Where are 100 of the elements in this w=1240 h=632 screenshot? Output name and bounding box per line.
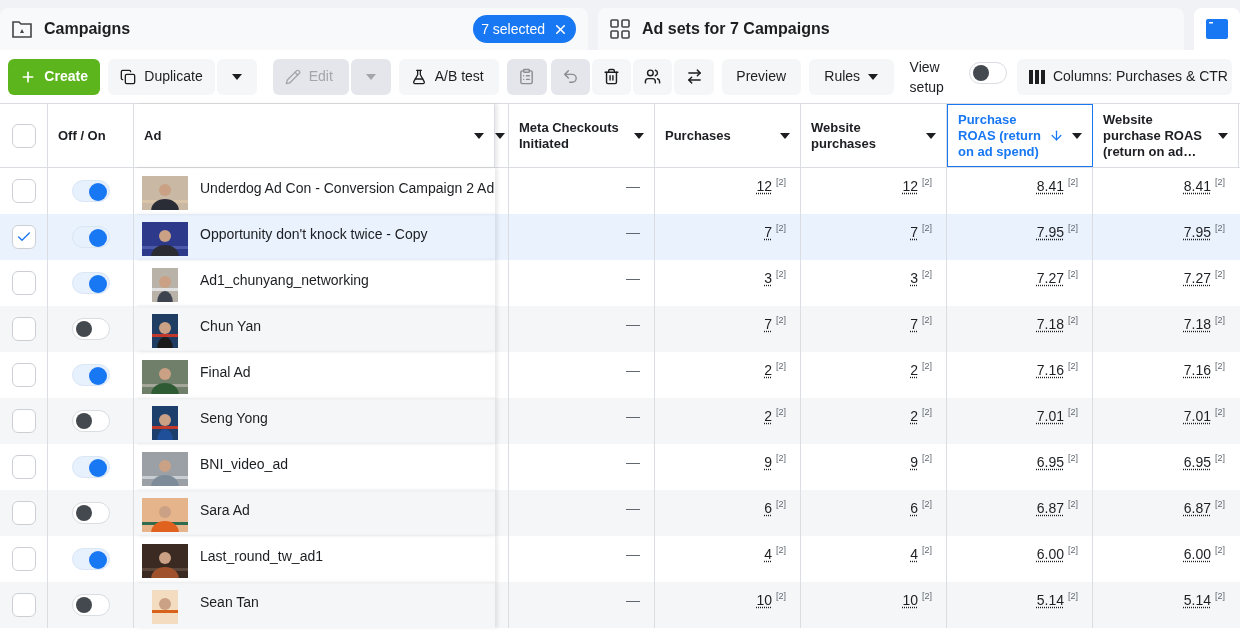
- metric-value[interactable]: 9: [764, 452, 772, 473]
- metric-value[interactable]: 6.87: [1183, 498, 1211, 519]
- ab-test-button[interactable]: A/B test: [398, 58, 500, 95]
- metric-value[interactable]: 7.01: [1183, 406, 1211, 427]
- metric-value[interactable]: 3: [764, 268, 772, 289]
- metric-value[interactable]: 7.95: [1183, 222, 1211, 243]
- metric-value[interactable]: 6.00: [1036, 544, 1064, 565]
- ad-name[interactable]: Underdog Ad Con - Conversion Campaign 2 Ad: [200, 178, 495, 199]
- footnote-mark: [2]: [776, 176, 786, 189]
- table-row[interactable]: Chun Yan — 7 [2] 7 [2] 7.18 [2] 7.18 [2]: [0, 306, 1240, 352]
- ad-name[interactable]: Opportunity don't knock twice - Copy: [200, 224, 428, 245]
- metric-value[interactable]: 7.01: [1036, 406, 1064, 427]
- ad-name[interactable]: Ad1_chunyang_networking: [200, 270, 369, 291]
- metric-value[interactable]: 5.14: [1183, 590, 1211, 611]
- checkbox[interactable]: [11, 363, 36, 387]
- level-tab[interactable]: Campaigns 7 selected: [0, 8, 588, 50]
- selection-badge[interactable]: 7 selected: [473, 15, 576, 43]
- checkbox[interactable]: [11, 225, 36, 249]
- column-header[interactable]: Purchase ROAS (return on ad spend): [958, 111, 1045, 160]
- rules-button[interactable]: Rules: [808, 58, 894, 95]
- column-header[interactable]: Off / On: [58, 127, 123, 144]
- toggle-switch[interactable]: [71, 180, 110, 202]
- metric-value[interactable]: 12: [902, 176, 918, 197]
- metric-value[interactable]: 3: [910, 268, 918, 289]
- duplicate-menu-button[interactable]: [216, 58, 257, 95]
- checkbox[interactable]: [11, 593, 36, 617]
- column-header[interactable]: Meta Checkouts Initiated: [519, 119, 630, 152]
- delete-button[interactable]: [591, 58, 632, 95]
- metric-value[interactable]: 7.27: [1183, 268, 1211, 289]
- toggle-switch[interactable]: [71, 226, 110, 248]
- toggle-switch[interactable]: [71, 594, 110, 616]
- duplicate-button[interactable]: Duplicate: [108, 58, 215, 95]
- metric-value[interactable]: 10: [756, 590, 772, 611]
- metric-value[interactable]: 8.41: [1183, 176, 1211, 197]
- ad-name[interactable]: Sean Tan: [200, 592, 259, 613]
- metric-value[interactable]: 7: [910, 314, 918, 335]
- grid-icon: [610, 19, 630, 39]
- selection-count: 7 selected: [481, 19, 545, 39]
- metric-value[interactable]: 6: [764, 498, 772, 519]
- column-header[interactable]: Purchases: [665, 127, 776, 144]
- metric-value[interactable]: 9: [910, 452, 918, 473]
- metric-value[interactable]: 6.95: [1036, 452, 1064, 473]
- table-row[interactable]: Sean Tan — 10 [2] 10 [2] 5.14 [2] 5.14 [2]: [0, 582, 1240, 628]
- metric-value[interactable]: 12: [756, 176, 772, 197]
- checkbox[interactable]: [11, 455, 36, 479]
- metric-value[interactable]: 6.87: [1036, 498, 1064, 519]
- checkbox[interactable]: [11, 123, 36, 148]
- metric-value[interactable]: 7.16: [1036, 360, 1064, 381]
- swap-button[interactable]: [674, 58, 714, 95]
- metric-value[interactable]: 7.18: [1183, 314, 1211, 335]
- toggle-switch[interactable]: [71, 456, 110, 478]
- ad-name[interactable]: Last_round_tw_ad1: [200, 546, 323, 567]
- metric-value[interactable]: 5.14: [1036, 590, 1064, 611]
- ad-name[interactable]: Final Ad: [200, 362, 251, 383]
- ad-name[interactable]: Chun Yan: [200, 316, 261, 337]
- metric-value[interactable]: 7: [764, 314, 772, 335]
- checkbox[interactable]: [11, 271, 36, 295]
- ad-name[interactable]: Sara Ad: [200, 500, 250, 521]
- metric-value[interactable]: 2: [910, 360, 918, 381]
- audience-button[interactable]: [633, 58, 673, 95]
- metric-value[interactable]: 7.18: [1036, 314, 1064, 335]
- toggle-switch[interactable]: [71, 502, 110, 524]
- metric-value[interactable]: 7: [910, 222, 918, 243]
- checkbox[interactable]: [11, 179, 36, 203]
- toggle-switch[interactable]: [71, 364, 110, 386]
- column-header[interactable]: Website purchase ROAS (return on ad…: [1103, 111, 1214, 160]
- metric-value[interactable]: 7.95: [1036, 222, 1064, 243]
- checkbox[interactable]: [11, 409, 36, 433]
- table-row[interactable]: Opportunity don't knock twice - Copy — 7 [2] 7 [2] 7.95 [2] 7.95 [2]: [0, 214, 1240, 260]
- metric-value[interactable]: 10: [902, 590, 918, 611]
- column-header[interactable]: Website purchases: [811, 119, 922, 152]
- ad-name[interactable]: Seng Yong: [200, 408, 268, 429]
- checkbox[interactable]: [11, 317, 36, 341]
- metric-value[interactable]: 7.16: [1183, 360, 1211, 381]
- ad-name[interactable]: BNI_video_ad: [200, 454, 288, 475]
- toggle-switch[interactable]: [71, 318, 110, 340]
- metric-value[interactable]: 2: [764, 406, 772, 427]
- table-row[interactable]: Seng Yong — 2 [2] 2 [2] 7.01 [2] 7.01 [2]: [0, 398, 1240, 444]
- metric-value[interactable]: 2: [910, 406, 918, 427]
- column-header[interactable]: Ad: [144, 127, 470, 144]
- toggle-switch[interactable]: [71, 272, 110, 294]
- metric-value[interactable]: 6: [910, 498, 918, 519]
- checkbox[interactable]: [11, 501, 36, 525]
- metric-value[interactable]: 6.00: [1183, 544, 1211, 565]
- toggle-switch[interactable]: [968, 62, 1007, 84]
- toggle-switch[interactable]: [71, 410, 110, 432]
- metric-value[interactable]: 7.27: [1036, 268, 1064, 289]
- checkbox[interactable]: [11, 547, 36, 571]
- metric-value[interactable]: 7: [764, 222, 772, 243]
- metric-value[interactable]: 8.41: [1036, 176, 1064, 197]
- preview-button[interactable]: Preview: [721, 58, 801, 95]
- level-tab[interactable]: Ad sets for 7 Campaigns: [598, 8, 1184, 50]
- table-row[interactable]: Sara Ad — 6 [2] 6 [2] 6.87 [2] 6.87 [2]: [0, 490, 1240, 536]
- columns-button[interactable]: Columns: Purchases & CTR: [1016, 58, 1232, 95]
- toggle-switch[interactable]: [71, 548, 110, 570]
- metric-value[interactable]: 4: [764, 544, 772, 565]
- sorted-column-header[interactable]: Purchase ROAS (return on ad spend): [947, 104, 1093, 167]
- metric-value[interactable]: 4: [910, 544, 918, 565]
- metric-value[interactable]: 2: [764, 360, 772, 381]
- metric-value[interactable]: 6.95: [1183, 452, 1211, 473]
